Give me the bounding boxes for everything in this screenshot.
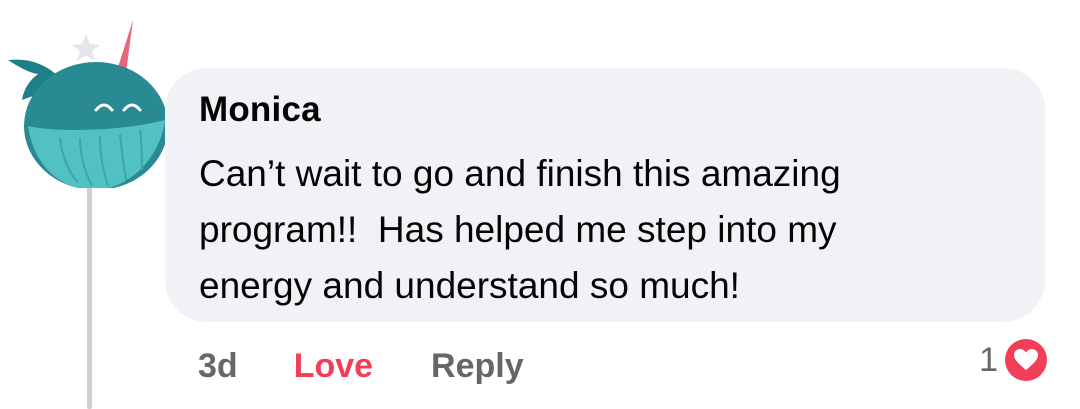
reaction-summary[interactable]: 1: [979, 336, 1050, 384]
reply-button[interactable]: Reply: [431, 347, 524, 386]
comment-text-line: program!! Has helped me step into my: [199, 209, 837, 250]
avatar[interactable]: [0, 8, 175, 190]
comment-text-line: energy and understand so much!: [199, 265, 740, 306]
comment-text: Can’t wait to go and finish this amazing…: [199, 146, 1019, 314]
comment-actions: 3d Love Reply: [198, 347, 524, 386]
heart-icon: [1014, 349, 1038, 370]
comment-text-line: Can’t wait to go and finish this amazing: [199, 153, 841, 194]
thread-line: [87, 178, 92, 409]
reaction-count: 1: [979, 340, 998, 379]
comment-bubble: Monica Can’t wait to go and finish this …: [165, 68, 1045, 322]
love-button[interactable]: Love: [294, 347, 373, 386]
narwhal-avatar-icon: [8, 20, 168, 190]
comment-timestamp[interactable]: 3d: [198, 347, 238, 386]
heart-reaction-badge: [1002, 336, 1050, 384]
comment-author[interactable]: Monica: [199, 90, 321, 130]
